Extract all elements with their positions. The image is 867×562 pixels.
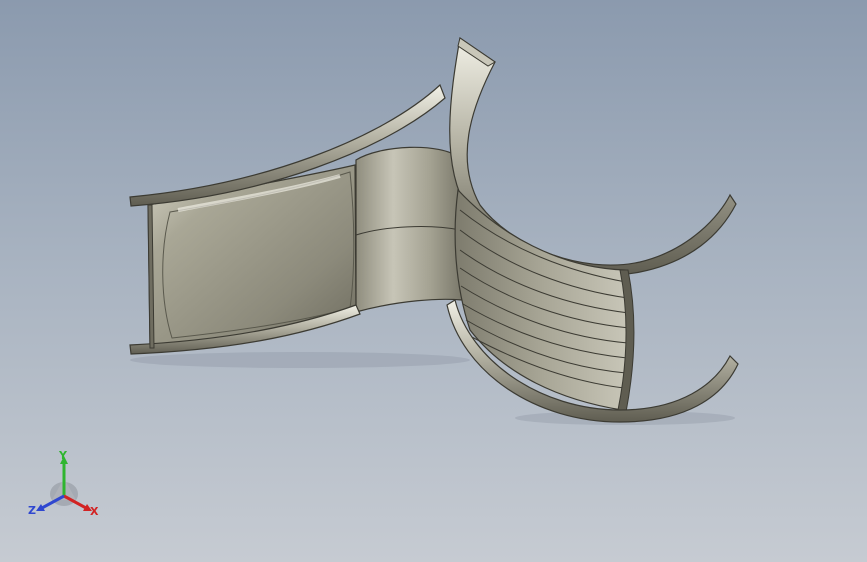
x-axis-label: X (90, 505, 99, 518)
z-axis-label: Z (28, 504, 36, 517)
slat-panel[interactable] (454, 188, 632, 411)
graphics-viewport[interactable]: Y X Z (0, 0, 867, 562)
floor-shadow (130, 352, 470, 368)
y-axis-label: Y (59, 449, 67, 462)
back-panel[interactable] (355, 146, 463, 313)
view-orientation-triad[interactable]: Y X Z (22, 448, 106, 524)
chair-3d-model[interactable] (0, 0, 867, 562)
